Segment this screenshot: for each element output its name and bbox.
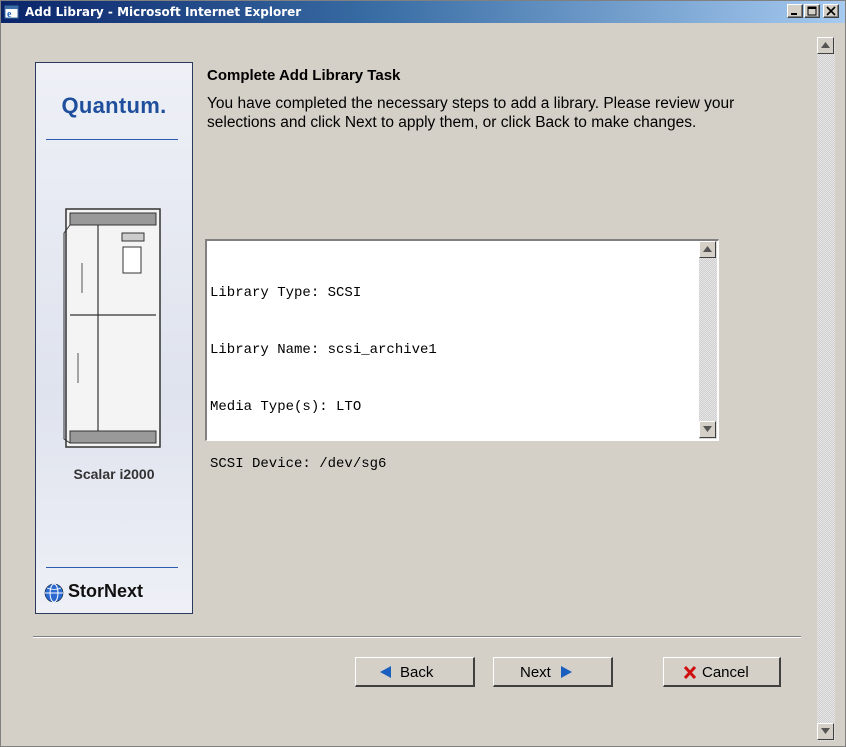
red-x-icon	[684, 666, 696, 679]
title-bar[interactable]: e Add Library - Microsoft Internet Explo…	[1, 1, 845, 23]
page-title: Complete Add Library Task	[207, 67, 401, 84]
brand-panel: Quantum. Scalar i2000 StorNext	[35, 62, 193, 614]
brand-divider	[46, 139, 178, 140]
page-content: Quantum. Scalar i2000 StorNext Complete …	[5, 27, 839, 744]
summary-line-library-name: Library Name: scsi_archive1	[210, 342, 437, 358]
cancel-button[interactable]: Cancel	[663, 657, 781, 687]
down-arrow-icon	[821, 728, 830, 734]
brand-divider	[46, 567, 178, 568]
up-arrow-icon	[821, 42, 830, 48]
summary-text: Library Type: SCSI Library Name: scsi_ar…	[210, 246, 690, 512]
stornext-logo: StorNext	[44, 581, 186, 603]
maximize-icon	[807, 6, 817, 16]
cancel-label: Cancel	[702, 664, 749, 681]
up-arrow-icon	[703, 246, 712, 252]
back-button[interactable]: Back	[355, 657, 475, 687]
window-scroll-down-button[interactable]	[817, 723, 834, 740]
close-icon	[826, 6, 836, 16]
browser-window: e Add Library - Microsoft Internet Explo…	[0, 0, 846, 747]
next-button[interactable]: Next	[493, 657, 613, 687]
quantum-logo: Quantum.	[61, 93, 167, 118]
stornext-wordmark: StorNext	[68, 581, 144, 601]
next-label: Next	[520, 664, 551, 681]
back-label: Back	[400, 664, 434, 681]
svg-text:e: e	[7, 9, 12, 20]
summary-textarea[interactable]: Library Type: SCSI Library Name: scsi_ar…	[205, 239, 719, 472]
summary-line-library-type: Library Type: SCSI	[210, 285, 362, 301]
footer-divider	[33, 636, 801, 638]
globe-icon	[44, 583, 64, 603]
minimize-icon	[791, 13, 797, 15]
close-button[interactable]	[823, 4, 839, 18]
summary-line-media-type: Media Type(s): LTO	[210, 399, 362, 415]
scroll-down-button[interactable]	[699, 421, 716, 438]
minimize-button[interactable]	[787, 4, 803, 18]
down-arrow-icon	[703, 426, 712, 432]
window-scrollbar[interactable]	[817, 37, 835, 741]
ie-icon: e	[4, 4, 20, 20]
right-arrow-icon	[561, 666, 572, 678]
scroll-up-button[interactable]	[699, 241, 716, 258]
summary-line-scsi-device: SCSI Device: /dev/sg6	[210, 456, 387, 472]
summary-scrollbar[interactable]	[699, 241, 717, 439]
library-cabinet-image	[63, 208, 161, 448]
window-scroll-up-button[interactable]	[817, 37, 834, 54]
maximize-button[interactable]	[804, 4, 820, 18]
left-arrow-icon	[380, 666, 391, 678]
task-description: You have completed the necessary steps t…	[207, 95, 735, 131]
model-name: Scalar i2000	[73, 466, 155, 482]
window-title: Add Library - Microsoft Internet Explore…	[25, 5, 302, 19]
